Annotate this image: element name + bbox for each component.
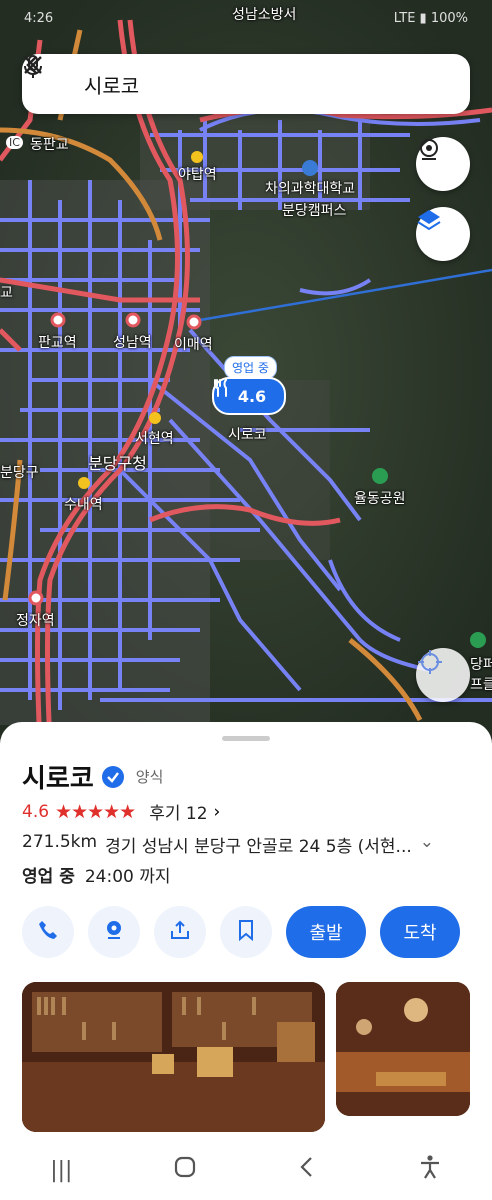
save-location-button[interactable] [88, 906, 140, 958]
system-nav-bar: ||| [0, 1140, 492, 1200]
map-label: 이매역 [174, 337, 213, 353]
map-label: 분당캠퍼스 [282, 203, 347, 219]
call-button[interactable] [22, 906, 74, 958]
map-label: 야탑역 [178, 167, 217, 183]
depart-button[interactable]: 출발 [286, 906, 366, 958]
address: 경기 성남시 분당구 안골로 24 5층 (서현... [105, 837, 412, 857]
status-bar: 4:26 LTE ▮ 100% [24, 8, 468, 28]
map-label: 차의과학대학교 [265, 181, 356, 197]
bookmark-icon [235, 919, 257, 945]
map-label: 당퍼플 [470, 657, 492, 673]
arrive-button[interactable]: 도착 [380, 906, 460, 958]
rating-value: 4.6 [22, 801, 50, 822]
place-photo-main[interactable] [22, 982, 325, 1132]
accessibility-icon[interactable] [418, 1154, 442, 1186]
map-label: 판교역 [38, 335, 77, 351]
recent-apps-icon[interactable]: ||| [50, 1158, 72, 1183]
rating-row[interactable]: 4.6 ★★★★★ 후기 12 › [22, 799, 221, 825]
chevron-down-icon: ⌄ [419, 832, 435, 852]
street-view-button[interactable] [416, 137, 470, 191]
map-label: 동판교 [30, 137, 69, 153]
map-label: 율동공원 [354, 491, 406, 507]
share-icon [169, 919, 191, 945]
map-label: 분당구청 [88, 454, 147, 473]
map-label: 교 [0, 285, 13, 301]
open-status: 영업 중 [22, 867, 75, 887]
clear-button[interactable] [24, 54, 470, 114]
closing-time: 24:00 까지 [84, 867, 171, 887]
home-icon[interactable] [173, 1155, 197, 1185]
my-location-button[interactable] [416, 648, 470, 702]
place-detail-sheet[interactable]: 시로코 양식 4.6 ★★★★★ 후기 12 › 271.5km 경기 성남시 … [0, 722, 492, 1200]
reviews-link[interactable]: 후기 12 [149, 799, 207, 824]
map-pin-icon [103, 919, 125, 945]
voice-search-button[interactable] [24, 54, 418, 114]
sheet-drag-handle[interactable] [222, 736, 270, 741]
back-nav-icon[interactable] [297, 1155, 317, 1185]
action-bar: 출발 도착 [22, 906, 460, 958]
map-label: 정자역 [16, 613, 55, 629]
share-button[interactable] [154, 906, 206, 958]
map-label: 프클 [470, 677, 492, 693]
search-bar[interactable]: 시로코 [22, 54, 470, 114]
phone-icon [37, 919, 59, 945]
map-view[interactable]: 4:26 LTE ▮ 100% 성남소방서 IC 동판교 야탑역 차의과학대학교… [0, 0, 492, 745]
pin-rating: 4.6 [237, 386, 267, 406]
map-label: 시로코 [228, 427, 267, 443]
star-rating-icon: ★★★★★ [55, 800, 136, 823]
place-pin-status: 영업 중 [224, 356, 277, 379]
place-photo-secondary[interactable] [336, 982, 470, 1116]
search-input[interactable]: 시로코 [84, 70, 366, 99]
map-label: 수내역 [64, 497, 103, 513]
distance: 271.5km [22, 832, 98, 852]
chevron-right-icon: › [213, 801, 221, 822]
map-label: 성남역 [113, 335, 152, 351]
place-pin[interactable]: 4.6 [212, 377, 286, 415]
status-time: 4:26 [24, 10, 54, 26]
place-name: 시로코 [22, 764, 94, 794]
map-label: IC [6, 136, 23, 149]
hours-row: 영업 중 24:00 까지 [22, 862, 171, 887]
map-label: 분당구 [0, 465, 39, 481]
status-icons: LTE ▮ 100% [393, 10, 468, 26]
address-row[interactable]: 271.5km 경기 성남시 분당구 안골로 24 5층 (서현... ⌄ [22, 832, 472, 857]
place-category: 양식 [135, 768, 164, 786]
verified-check-icon [101, 765, 124, 788]
map-label: 서현역 [135, 431, 174, 447]
layers-button[interactable] [416, 207, 470, 261]
place-title-row: 시로코 양식 [22, 758, 163, 795]
bookmark-button[interactable] [220, 906, 272, 958]
